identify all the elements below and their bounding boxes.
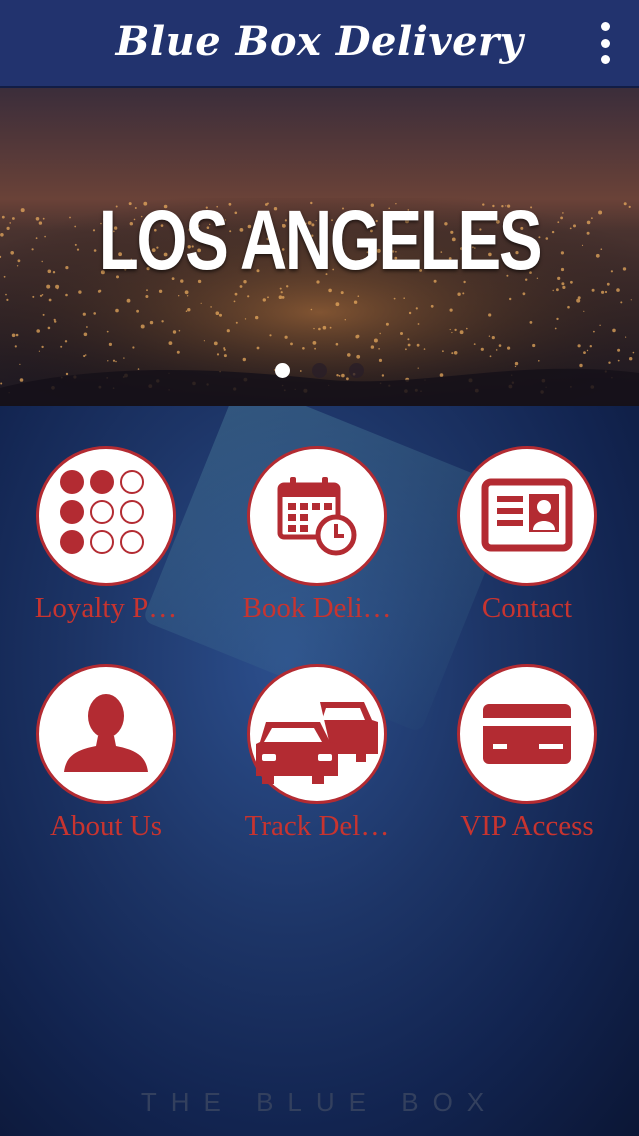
app-bar: Blue Box Delivery (0, 0, 639, 88)
main-grid: Loyalty P… Book Deli… Contact About Us T… (0, 406, 639, 1136)
tile-loyalty[interactable]: Loyalty P… (11, 446, 201, 625)
credit-card-icon (457, 664, 597, 804)
tile-label: About Us (50, 810, 162, 842)
calendar-clock-icon (247, 446, 387, 586)
pager-dot[interactable] (312, 363, 327, 378)
cars-icon (247, 664, 387, 804)
tile-label: Contact (481, 592, 573, 624)
tile-label: Loyalty P… (34, 592, 178, 624)
more-vert-icon[interactable] (595, 22, 615, 64)
pager-dot[interactable] (275, 363, 290, 378)
pager-dot[interactable] (349, 363, 364, 378)
tile-label: Book Deli… (242, 592, 392, 624)
app-title: Blue Box Delivery (115, 18, 524, 65)
footer-brand: THE BLUE BOX (140, 1087, 499, 1117)
tile-about-us[interactable]: About Us (11, 664, 201, 843)
tile-track-delivery[interactable]: Track Del… (222, 664, 412, 843)
hero-title: LOS ANGELES (98, 193, 543, 287)
loyalty-punch-card-icon (36, 446, 176, 586)
tile-contact[interactable]: Contact (432, 446, 622, 625)
tile-label: VIP Access (460, 810, 594, 842)
tile-book-delivery[interactable]: Book Deli… (222, 446, 412, 625)
carousel-pager (0, 363, 639, 378)
tile-label: Track Del… (244, 810, 390, 842)
person-silhouette-icon (36, 664, 176, 804)
tile-vip-access[interactable]: VIP Access (432, 664, 622, 843)
hero-banner[interactable]: LOS ANGELES (0, 88, 639, 406)
contact-card-icon (457, 446, 597, 586)
